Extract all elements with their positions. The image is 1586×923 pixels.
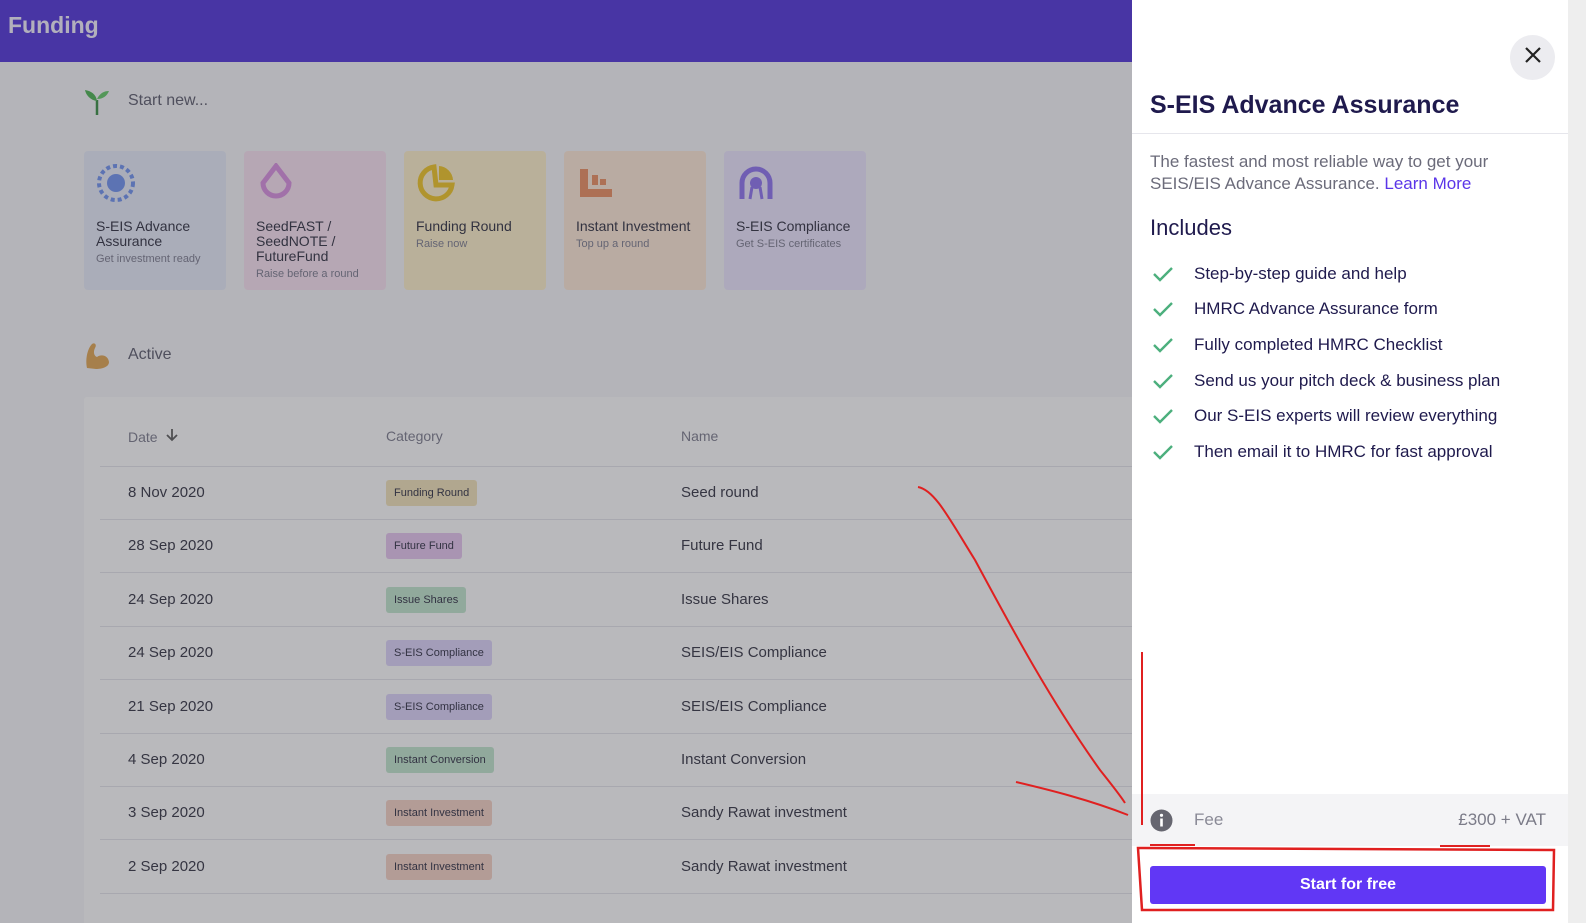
includes-item: Step-by-step guide and help — [1150, 256, 1560, 292]
fee-bar: Fee £300 + VAT — [1132, 794, 1568, 846]
includes-item: HMRC Advance Assurance form — [1150, 292, 1560, 328]
check-icon — [1150, 299, 1176, 319]
includes-item-label: Our S-EIS experts will review everything — [1194, 406, 1498, 426]
learn-more-link[interactable]: Learn More — [1384, 174, 1471, 193]
check-icon — [1150, 406, 1176, 426]
includes-item: Then email it to HMRC for fast approval — [1150, 434, 1560, 470]
drawer-description: The fastest and most reliable way to get… — [1150, 151, 1550, 195]
check-icon — [1150, 442, 1176, 462]
includes-item-label: HMRC Advance Assurance form — [1194, 299, 1438, 319]
check-icon — [1150, 371, 1176, 391]
fee-label: Fee — [1194, 810, 1224, 829]
check-icon — [1150, 335, 1176, 355]
check-icon — [1150, 264, 1176, 284]
includes-item: Send us your pitch deck & business plan — [1150, 363, 1560, 399]
includes-item-label: Step-by-step guide and help — [1194, 263, 1407, 283]
close-button[interactable] — [1510, 35, 1555, 80]
scrollbar[interactable] — [1568, 0, 1586, 923]
product-drawer: S-EIS Advance Assurance The fastest and … — [1132, 0, 1568, 923]
includes-list: Step-by-step guide and help HMRC Advance … — [1150, 256, 1560, 470]
includes-item: Fully completed HMRC Checklist — [1150, 327, 1560, 363]
info-icon[interactable] — [1150, 809, 1173, 832]
fee-value: £300 + VAT — [1458, 810, 1546, 829]
divider — [1132, 133, 1568, 134]
includes-item: Our S-EIS experts will review everything — [1150, 398, 1560, 434]
includes-item-label: Send us your pitch deck & business plan — [1194, 370, 1501, 390]
includes-heading: Includes — [1150, 215, 1232, 240]
drawer-title: S-EIS Advance Assurance — [1150, 91, 1460, 119]
includes-item-label: Fully completed HMRC Checklist — [1194, 334, 1443, 354]
start-for-free-button[interactable]: Start for free — [1150, 866, 1546, 904]
close-icon — [1523, 45, 1543, 70]
includes-item-label: Then email it to HMRC for fast approval — [1194, 441, 1493, 461]
